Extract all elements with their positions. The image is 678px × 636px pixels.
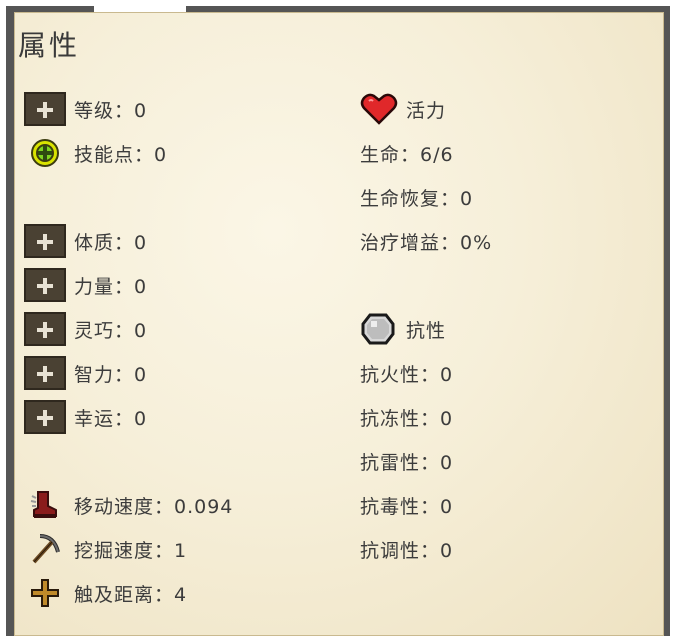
fire-resist-label: 抗火性：0 bbox=[360, 363, 454, 386]
intelligence-label: 智力：0 bbox=[74, 363, 148, 386]
stat-row-luck: 幸运：0 bbox=[24, 400, 147, 434]
frost-resist-row: 抗冻性：0 bbox=[360, 400, 453, 434]
stat-row-dexterity: 灵巧：0 bbox=[24, 312, 147, 346]
intelligence-plus-button[interactable] bbox=[24, 356, 66, 390]
dig-speed-label: 挖掘速度：1 bbox=[74, 539, 188, 562]
stat-row-skill-points: 技能点：0 bbox=[24, 136, 167, 170]
level-plus-button[interactable] bbox=[24, 92, 66, 126]
life-row: 生命：6/6 bbox=[360, 136, 454, 170]
cross-icon bbox=[24, 576, 66, 610]
vitality-header-row: 活力 bbox=[360, 92, 446, 126]
attributes-panel: 属性 等级：0 技能点：0 体质：0 力量：0 灵巧：0 智力：0 幸运：0 移… bbox=[6, 6, 670, 636]
level-label: 等级：0 bbox=[74, 99, 148, 122]
stat-row-reach: 触及距离：4 bbox=[24, 576, 187, 610]
boot-icon bbox=[24, 488, 66, 522]
stat-row-constitution: 体质：0 bbox=[24, 224, 147, 258]
resist-header: 抗性 bbox=[406, 319, 447, 342]
stat-row-level: 等级：0 bbox=[24, 92, 147, 126]
stat-row-move-speed: 移动速度：0.094 bbox=[24, 488, 233, 522]
stat-row-dig-speed: 挖掘速度：1 bbox=[24, 532, 187, 566]
shield-icon bbox=[360, 312, 400, 346]
constitution-plus-button[interactable] bbox=[24, 224, 66, 258]
pickaxe-icon bbox=[24, 532, 66, 566]
poison-resist-row: 抗毒性：0 bbox=[360, 488, 453, 522]
fire-resist-row: 抗火性：0 bbox=[360, 356, 453, 390]
thunder-resist-label: 抗雷性：0 bbox=[360, 451, 454, 474]
strength-label: 力量：0 bbox=[74, 275, 148, 298]
luck-plus-button[interactable] bbox=[24, 400, 66, 434]
strength-plus-button[interactable] bbox=[24, 268, 66, 302]
dexterity-label: 灵巧：0 bbox=[74, 319, 148, 342]
constitution-label: 体质：0 bbox=[74, 231, 148, 254]
dexterity-plus-button[interactable] bbox=[24, 312, 66, 346]
panel-title: 属性 bbox=[18, 29, 81, 62]
stat-row-intelligence: 智力：0 bbox=[24, 356, 147, 390]
tune-resist-row: 抗调性：0 bbox=[360, 532, 453, 566]
life-regen-row: 生命恢复：0 bbox=[360, 180, 473, 214]
tune-resist-label: 抗调性：0 bbox=[360, 539, 454, 562]
resist-header-row: 抗性 bbox=[360, 312, 446, 346]
thunder-resist-row: 抗雷性：0 bbox=[360, 444, 453, 478]
move-speed-label: 移动速度：0.094 bbox=[74, 495, 234, 518]
heal-bonus-label: 治疗增益：0% bbox=[360, 231, 493, 254]
reach-label: 触及距离：4 bbox=[74, 583, 188, 606]
frost-resist-label: 抗冻性：0 bbox=[360, 407, 454, 430]
heal-bonus-row: 治疗增益：0% bbox=[360, 224, 492, 258]
poison-resist-label: 抗毒性：0 bbox=[360, 495, 454, 518]
life-label: 生命：6/6 bbox=[360, 143, 454, 166]
parchment-background: 属性 等级：0 技能点：0 体质：0 力量：0 灵巧：0 智力：0 幸运：0 移… bbox=[14, 12, 664, 636]
vitality-header: 活力 bbox=[406, 99, 447, 122]
life-regen-label: 生命恢复：0 bbox=[360, 187, 474, 210]
skill-point-icon bbox=[24, 136, 66, 170]
stat-row-strength: 力量：0 bbox=[24, 268, 147, 302]
heart-icon bbox=[360, 92, 400, 126]
luck-label: 幸运：0 bbox=[74, 407, 148, 430]
skill-points-label: 技能点：0 bbox=[74, 143, 168, 166]
